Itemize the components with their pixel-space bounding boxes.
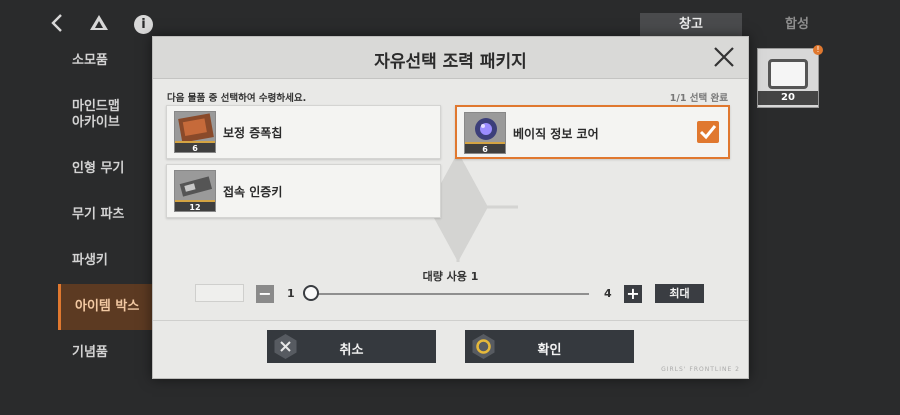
option-label: 베이직 정보 코어 — [513, 127, 599, 141]
checkbox-checked[interactable] — [697, 121, 719, 143]
selection-status: 1/1 선택 완료 — [669, 93, 728, 104]
bulk-use-label: 대량 사용 1 — [422, 270, 479, 283]
divider — [153, 320, 748, 321]
chevron-left-icon[interactable] — [47, 12, 69, 34]
tv-icon — [768, 59, 808, 89]
alert-badge: ! — [813, 45, 823, 55]
option-label: 보정 증폭칩 — [223, 126, 283, 140]
chip-icon: 6 — [174, 111, 216, 153]
info-icon[interactable]: i — [134, 15, 153, 34]
option-qty: 6 — [465, 142, 505, 153]
option-qty: 12 — [175, 200, 215, 211]
check-icon — [699, 125, 717, 140]
instruction-text: 다음 물품 중 선택하여 수령하세요. — [167, 93, 307, 104]
tab-synthesis[interactable]: 합성 — [746, 13, 848, 37]
option-card-access-key[interactable]: 12 접속 인증키 — [166, 164, 441, 218]
quantity-input[interactable] — [195, 284, 244, 302]
max-button[interactable]: 최대 — [655, 284, 704, 303]
cancel-button[interactable]: 취소 — [267, 330, 436, 363]
option-label: 접속 인증키 — [223, 185, 283, 199]
quantity-min: 1 — [287, 287, 295, 300]
plus-button[interactable]: + — [624, 285, 642, 303]
inventory-tile[interactable]: 20 — [757, 48, 819, 108]
modal-title: 자유선택 조력 패키지 — [374, 52, 527, 72]
crystal-core-icon: 6 — [464, 112, 506, 154]
tab-storage[interactable]: 창고 — [640, 13, 742, 37]
quantity-slider-track[interactable] — [309, 293, 589, 295]
confirm-button[interactable]: 확인 — [465, 330, 634, 363]
close-icon[interactable] — [712, 45, 736, 69]
quantity-max: 4 — [604, 287, 612, 300]
modal-header: 자유선택 조력 패키지 — [153, 37, 748, 79]
option-card-basic-info-core[interactable]: 6 베이직 정보 코어 — [455, 105, 730, 159]
keycard-icon: 12 — [174, 170, 216, 212]
minus-button[interactable]: − — [256, 285, 274, 303]
triangle-logo-icon[interactable] — [88, 12, 110, 34]
brand-watermark: GIRLS' FRONTLINE 2 — [661, 366, 740, 373]
inventory-tile-count: 20 — [758, 91, 818, 105]
option-card-calibration-chip[interactable]: 6 보정 증폭칩 — [166, 105, 441, 159]
option-qty: 6 — [175, 141, 215, 152]
confirm-label: 확인 — [537, 343, 562, 358]
package-select-modal: 자유선택 조력 패키지 다음 물품 중 선택하여 수령하세요. 1/1 선택 완… — [152, 36, 749, 379]
quantity-slider-thumb[interactable] — [303, 285, 319, 301]
cancel-label: 취소 — [339, 343, 364, 358]
